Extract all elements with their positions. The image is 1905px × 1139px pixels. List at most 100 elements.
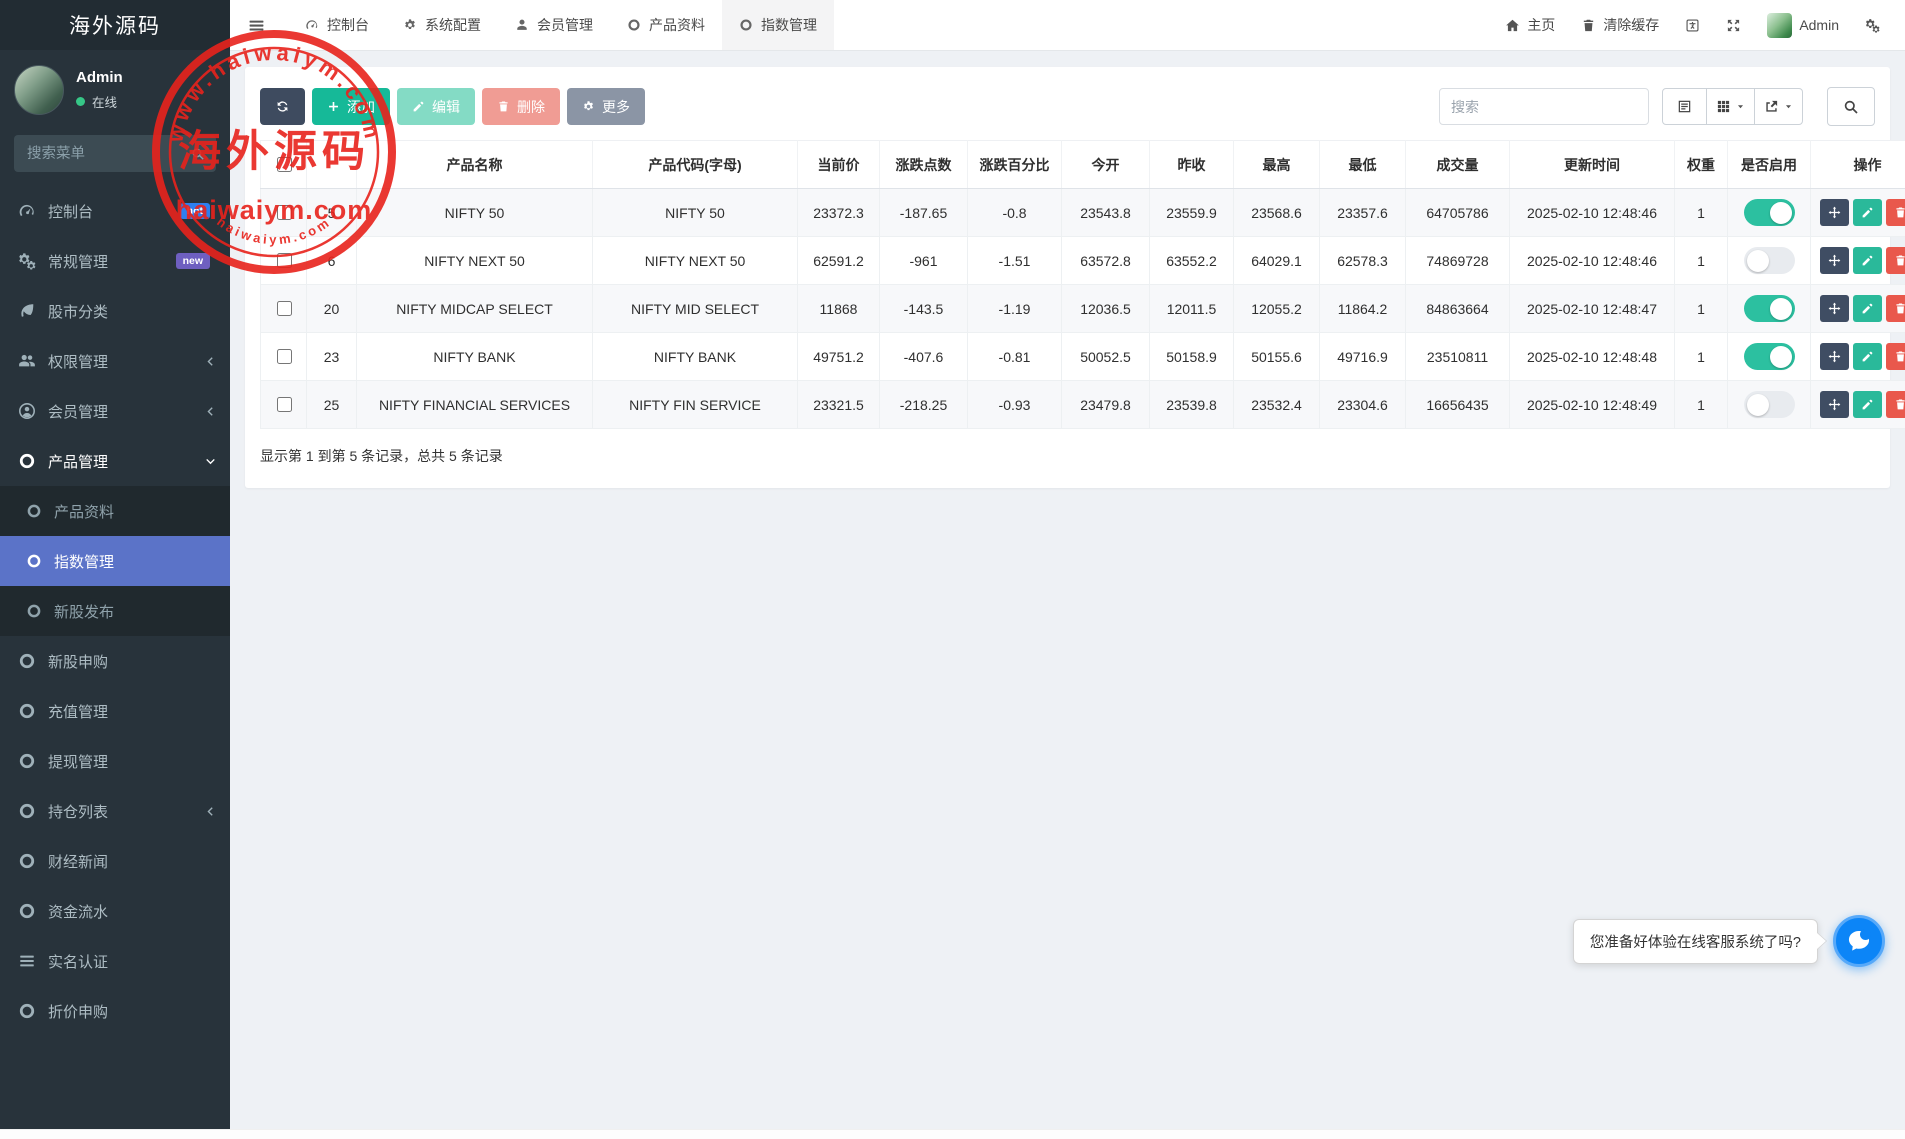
row-checkbox[interactable] xyxy=(277,397,292,412)
delete-row-button[interactable] xyxy=(1886,391,1905,418)
sidebar-item-position-list[interactable]: 持仓列表 xyxy=(0,786,230,836)
add-button[interactable]: 添加 xyxy=(312,88,390,125)
sidebar-item-index-manage[interactable]: 指数管理 xyxy=(0,536,230,586)
sidebar-menu: 控制台hot常规管理new股市分类权限管理会员管理产品管理产品资料指数管理新股发… xyxy=(0,186,230,1036)
edit-row-button[interactable] xyxy=(1853,247,1882,274)
trash-icon xyxy=(1894,398,1905,411)
cell-low: 49716.9 xyxy=(1320,333,1406,381)
search-button[interactable] xyxy=(1827,87,1875,126)
cell-name: NIFTY FINANCIAL SERVICES xyxy=(357,381,593,429)
sidebar-item-product-info[interactable]: 产品资料 xyxy=(0,486,230,536)
header-actions: 操作 xyxy=(1811,141,1905,189)
header-name: 产品名称 xyxy=(357,141,593,189)
export-button[interactable] xyxy=(1754,88,1803,125)
cell-prev: 12011.5 xyxy=(1150,285,1234,333)
sidebar-item-finance-news[interactable]: 财经新闻 xyxy=(0,836,230,886)
table-row: 5NIFTY 50NIFTY 5023372.3-187.65-0.823543… xyxy=(261,189,1905,237)
tab-member[interactable]: 会员管理 xyxy=(498,0,610,50)
edit-button[interactable]: 编辑 xyxy=(397,88,475,125)
row-checkbox[interactable] xyxy=(277,253,292,268)
sidebar-item-console[interactable]: 控制台hot xyxy=(0,186,230,236)
cell-updated: 2025-02-10 12:48:46 xyxy=(1510,237,1675,285)
navbar-right: 主页清除缓存 Admin xyxy=(1492,0,1905,50)
tab-index-manage[interactable]: 指数管理 xyxy=(722,0,834,50)
more-button[interactable]: 更多 xyxy=(567,88,645,125)
row-checkbox[interactable] xyxy=(277,205,292,220)
circle-o-icon xyxy=(26,553,42,569)
chevron-down-icon xyxy=(205,456,216,467)
cell-weight: 1 xyxy=(1675,189,1728,237)
header-low: 最低 xyxy=(1320,141,1406,189)
cell-enabled xyxy=(1728,237,1811,285)
table-body: 5NIFTY 50NIFTY 5023372.3-187.65-0.823543… xyxy=(261,189,1905,429)
chat-button[interactable] xyxy=(1833,915,1885,967)
edit-row-button[interactable] xyxy=(1853,391,1882,418)
sidebar-item-recharge[interactable]: 充值管理 xyxy=(0,686,230,736)
detail-view-button[interactable] xyxy=(1662,88,1707,125)
edit-row-button[interactable] xyxy=(1853,295,1882,322)
refresh-button[interactable] xyxy=(260,88,305,125)
move-button[interactable] xyxy=(1820,199,1849,226)
delete-row-button[interactable] xyxy=(1886,343,1905,370)
select-all-checkbox[interactable] xyxy=(277,157,292,172)
sidebar-item-discount-subscribe[interactable]: 折价申购 xyxy=(0,986,230,1036)
cell-low: 23304.6 xyxy=(1320,381,1406,429)
enable-toggle[interactable] xyxy=(1744,391,1795,418)
sidebar-search-input[interactable] xyxy=(25,145,183,163)
tab-product-info[interactable]: 产品资料 xyxy=(610,0,722,50)
delete-row-button[interactable] xyxy=(1886,247,1905,274)
cell-change: -143.5 xyxy=(880,285,968,333)
circle-o-icon xyxy=(18,652,36,670)
enable-toggle[interactable] xyxy=(1744,247,1795,274)
enable-toggle[interactable] xyxy=(1744,199,1795,226)
app-logo[interactable]: 海外源码 xyxy=(0,0,230,50)
menu-toggle[interactable] xyxy=(230,0,282,50)
table-search-input[interactable] xyxy=(1439,88,1649,125)
table-row: 23NIFTY BANKNIFTY BANK49751.2-407.6-0.81… xyxy=(261,333,1905,381)
cell-select xyxy=(261,189,307,237)
navbar-clear-cache[interactable]: 清除缓存 xyxy=(1568,0,1672,50)
navbar-language[interactable] xyxy=(1672,0,1713,50)
move-button[interactable] xyxy=(1820,343,1849,370)
enable-toggle[interactable] xyxy=(1744,343,1795,370)
avatar[interactable] xyxy=(14,65,64,115)
sidebar-item-market-category[interactable]: 股市分类 xyxy=(0,286,230,336)
cell-prev: 63552.2 xyxy=(1150,237,1234,285)
move-button[interactable] xyxy=(1820,391,1849,418)
cell-volume: 16656435 xyxy=(1406,381,1510,429)
navbar-settings[interactable] xyxy=(1852,0,1893,50)
enable-toggle[interactable] xyxy=(1744,295,1795,322)
navbar-profile[interactable]: Admin xyxy=(1754,0,1852,50)
horizontal-scrollbar[interactable] xyxy=(0,1129,1905,1139)
navbar-home[interactable]: 主页 xyxy=(1492,0,1568,50)
delete-button[interactable]: 删除 xyxy=(482,88,560,125)
tab-system-config[interactable]: 系统配置 xyxy=(386,0,498,50)
edit-row-button[interactable] xyxy=(1853,343,1882,370)
column-select-button[interactable] xyxy=(1706,88,1755,125)
sidebar-item-withdraw[interactable]: 提现管理 xyxy=(0,736,230,786)
row-checkbox[interactable] xyxy=(277,301,292,316)
user-circle-icon xyxy=(18,402,36,420)
move-button[interactable] xyxy=(1820,295,1849,322)
move-button[interactable] xyxy=(1820,247,1849,274)
delete-row-button[interactable] xyxy=(1886,295,1905,322)
delete-row-button[interactable] xyxy=(1886,199,1905,226)
sidebar-item-fund-flow[interactable]: 资金流水 xyxy=(0,886,230,936)
cell-name: NIFTY BANK xyxy=(357,333,593,381)
sidebar-item-realname-auth[interactable]: 实名认证 xyxy=(0,936,230,986)
pencil-icon xyxy=(1861,350,1874,363)
toolbar-buttons: 添加编辑删除更多 xyxy=(260,88,652,125)
navbar-fullscreen[interactable] xyxy=(1713,0,1754,50)
edit-row-button[interactable] xyxy=(1853,199,1882,226)
cell-high: 23532.4 xyxy=(1234,381,1320,429)
sidebar-item-permission[interactable]: 权限管理 xyxy=(0,336,230,386)
move-icon xyxy=(1828,254,1841,267)
sidebar-item-ipo-publish[interactable]: 新股发布 xyxy=(0,586,230,636)
move-icon xyxy=(1828,206,1841,219)
sidebar-item-member[interactable]: 会员管理 xyxy=(0,386,230,436)
tab-console[interactable]: 控制台 xyxy=(288,0,386,50)
sidebar-item-general[interactable]: 常规管理new xyxy=(0,236,230,286)
row-checkbox[interactable] xyxy=(277,349,292,364)
sidebar-item-product[interactable]: 产品管理 xyxy=(0,436,230,486)
sidebar-item-ipo-subscribe[interactable]: 新股申购 xyxy=(0,636,230,686)
